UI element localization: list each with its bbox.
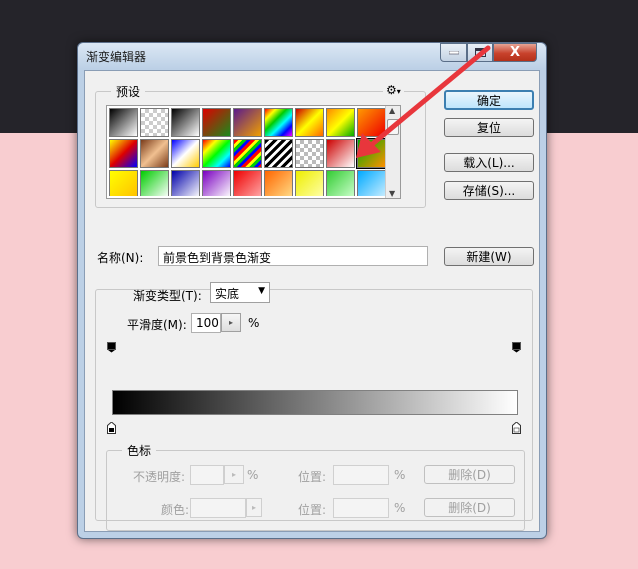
gear-icon: ⚙ — [386, 83, 397, 97]
preset-swatch[interactable] — [357, 170, 386, 196]
preset-swatch[interactable] — [264, 108, 293, 137]
presets-menu-button[interactable]: ⚙▾ — [383, 83, 404, 97]
maximize-icon — [474, 48, 486, 57]
preset-swatch[interactable] — [264, 139, 293, 168]
preset-swatch[interactable] — [202, 139, 231, 168]
color-swatch-field[interactable] — [190, 498, 246, 518]
gradient-type-label: 渐变类型(T): — [133, 289, 202, 303]
preset-swatch[interactable] — [109, 139, 138, 168]
window-title: 渐变编辑器 — [86, 50, 147, 64]
preset-scrollbar[interactable]: ▲ ▼ — [385, 106, 400, 198]
preset-swatch[interactable] — [295, 108, 324, 137]
scroll-thumb[interactable] — [387, 119, 399, 135]
preset-swatch[interactable] — [357, 108, 386, 137]
opacity-location-input[interactable] — [333, 465, 389, 485]
preset-swatch[interactable] — [140, 108, 169, 137]
preset-swatch[interactable] — [326, 139, 355, 168]
title-bar: 渐变编辑器 X — [78, 43, 546, 69]
color-stops-label: 色标 — [122, 442, 157, 459]
smoothness-input[interactable]: 100 — [191, 313, 221, 333]
triangle-right-icon: ▸ — [231, 470, 236, 479]
presets-group: 预设 ⚙▾ ▲ ▼ — [95, 83, 426, 208]
opacity-input[interactable] — [190, 465, 224, 485]
color-location-input[interactable] — [333, 498, 389, 518]
color-location-label: 位置: — [298, 503, 327, 517]
color-stops-group: 色标 — [106, 442, 525, 531]
gradient-type-select[interactable]: 实底 ▼ — [210, 282, 270, 303]
opacity-stop-right[interactable] — [512, 342, 521, 353]
name-input[interactable]: 前景色到背景色渐变 — [158, 246, 428, 266]
preset-swatch[interactable] — [171, 139, 200, 168]
preset-swatch-list: ▲ ▼ — [106, 105, 401, 199]
preset-swatch-grid — [109, 108, 389, 196]
reset-button[interactable]: 复位 — [444, 118, 534, 137]
triangle-right-icon: ▸ — [251, 503, 256, 512]
preset-swatch[interactable] — [233, 108, 262, 137]
ok-button[interactable]: 确定 — [444, 90, 534, 110]
close-icon: X — [509, 45, 521, 60]
gradient-type-value: 实底 — [215, 287, 240, 301]
scroll-down-icon[interactable]: ▼ — [389, 189, 395, 198]
triangle-right-icon: ▸ — [228, 318, 233, 327]
presets-label: 预设 — [111, 83, 146, 100]
preset-swatch[interactable] — [171, 170, 200, 196]
preset-swatch[interactable] — [233, 170, 262, 196]
maximize-button[interactable] — [467, 43, 493, 62]
color-location-unit: % — [394, 501, 406, 515]
name-label: 名称(N): — [97, 251, 144, 265]
preset-swatch[interactable] — [140, 139, 169, 168]
preset-swatch[interactable] — [171, 108, 200, 137]
preset-swatch[interactable] — [295, 170, 324, 196]
preset-swatch[interactable] — [264, 170, 293, 196]
preset-swatch[interactable] — [326, 108, 355, 137]
preset-swatch[interactable] — [202, 108, 231, 137]
preset-swatch[interactable] — [202, 170, 231, 196]
minimize-icon — [448, 50, 459, 54]
load-button[interactable]: 载入(L)... — [444, 153, 534, 172]
preset-swatch[interactable] — [233, 139, 262, 168]
chevron-down-icon: ▾ — [396, 87, 401, 96]
opacity-location-unit: % — [394, 468, 406, 482]
smoothness-popup-button[interactable]: ▸ — [221, 313, 241, 332]
preset-swatch[interactable] — [356, 138, 387, 169]
preset-swatch[interactable] — [109, 170, 138, 196]
new-button[interactable]: 新建(W) — [444, 247, 534, 266]
opacity-location-label: 位置: — [298, 470, 327, 484]
opacity-unit: % — [247, 468, 259, 482]
color-popup-button[interactable]: ▸ — [246, 498, 262, 517]
gradient-editor-dialog: 渐变编辑器 X 预设 ⚙▾ ▲ ▼ 确定 复位 载入(L)... 存储(S)..… — [77, 42, 547, 539]
minimize-button[interactable] — [440, 43, 467, 62]
opacity-popup-button[interactable]: ▸ — [224, 465, 244, 484]
delete-opacity-stop-button[interactable]: 删除(D) — [424, 465, 515, 484]
smoothness-unit: % — [248, 316, 260, 330]
preset-swatch[interactable] — [109, 108, 138, 137]
save-button[interactable]: 存储(S)... — [444, 181, 534, 200]
opacity-label: 不透明度: — [133, 470, 186, 484]
opacity-stop-left[interactable] — [107, 342, 116, 353]
color-label: 颜色: — [161, 503, 190, 517]
dropdown-arrow-icon: ▼ — [258, 286, 265, 296]
gradient-preview-bar[interactable] — [112, 390, 518, 415]
color-stop-left[interactable] — [107, 422, 116, 434]
smoothness-label: 平滑度(M): — [127, 318, 187, 332]
preset-swatch[interactable] — [295, 139, 324, 168]
close-button[interactable]: X — [493, 43, 537, 62]
preset-swatch[interactable] — [140, 170, 169, 196]
scroll-up-icon[interactable]: ▲ — [389, 106, 395, 115]
delete-color-stop-button[interactable]: 删除(D) — [424, 498, 515, 517]
preset-swatch[interactable] — [326, 170, 355, 196]
color-stop-right[interactable] — [512, 422, 521, 434]
dialog-client-area: 预设 ⚙▾ ▲ ▼ 确定 复位 载入(L)... 存储(S)... 名称(N):… — [84, 70, 540, 532]
